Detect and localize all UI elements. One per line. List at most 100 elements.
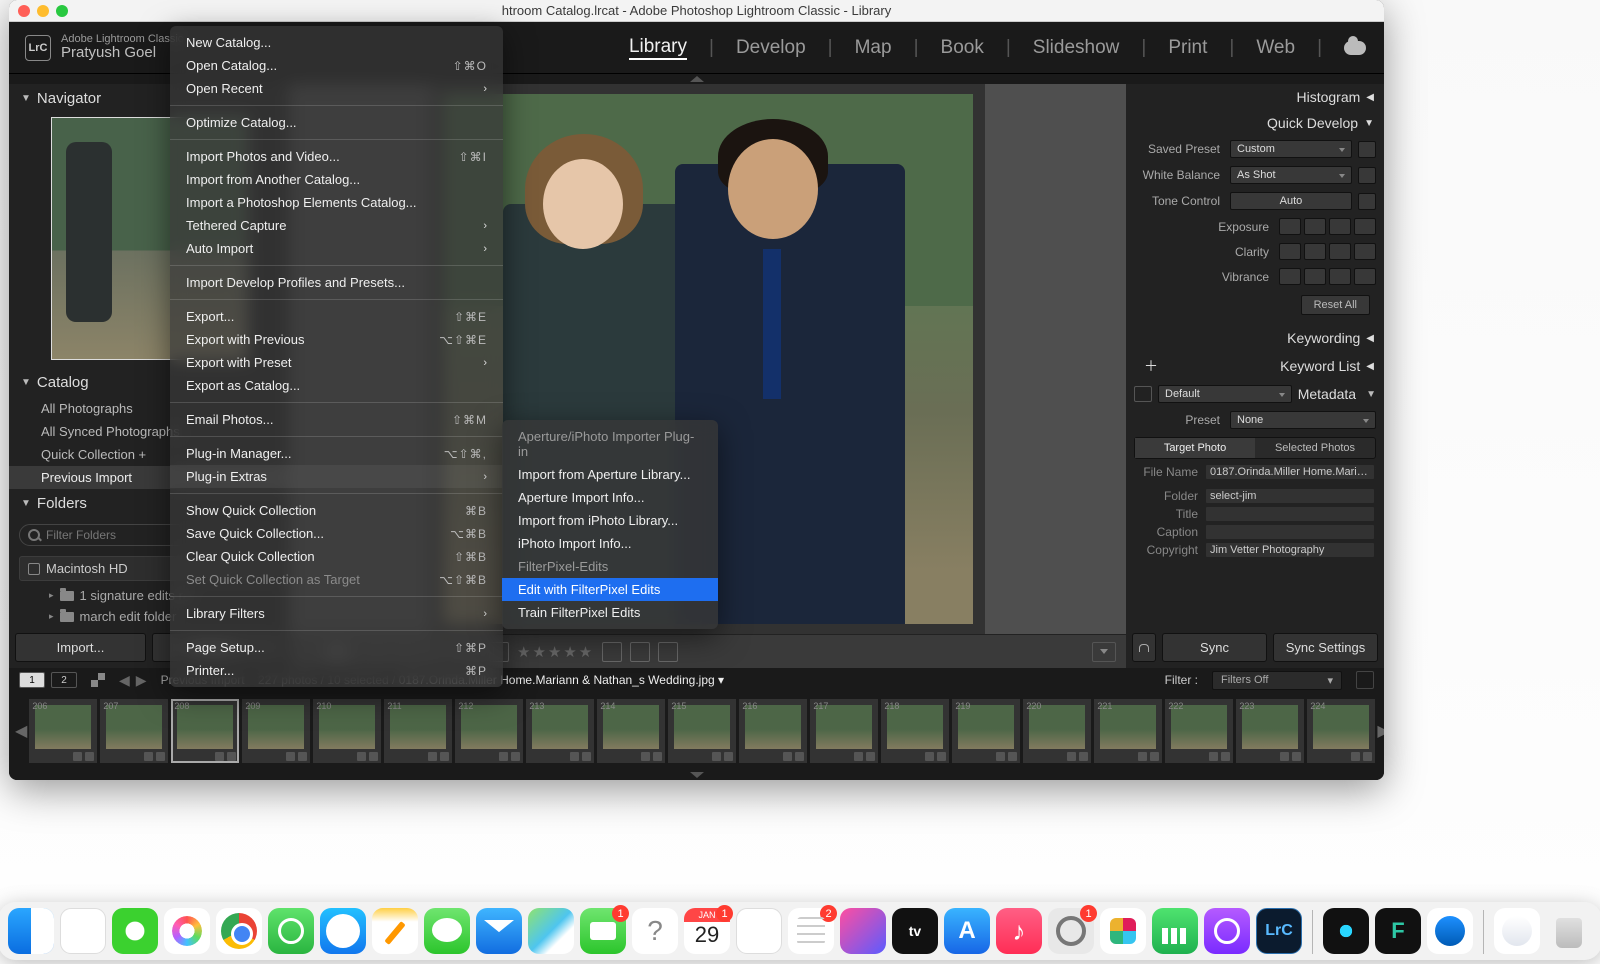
maps-icon[interactable] <box>528 908 574 954</box>
mail-icon[interactable] <box>476 908 522 954</box>
menu-item[interactable]: Printer...⌘P <box>170 659 503 682</box>
menu-item[interactable]: Export with Preset› <box>170 351 503 374</box>
rotate-left-icon[interactable] <box>602 642 622 662</box>
photos-icon[interactable] <box>164 908 210 954</box>
filter-lock-icon[interactable] <box>1356 671 1374 689</box>
meta-copyright-value[interactable]: Jim Vetter Photography <box>1206 543 1374 557</box>
menu-item[interactable]: Import Photos and Video...⇧⌘I <box>170 145 503 168</box>
sync-lock-icon[interactable] <box>1132 633 1156 662</box>
menu-item[interactable]: Email Photos...⇧⌘M <box>170 408 503 431</box>
menu-item[interactable]: Open Recent› <box>170 77 503 100</box>
filmstrip-thumb[interactable]: 221 <box>1094 699 1162 763</box>
menu-item[interactable]: New Catalog... <box>170 31 503 54</box>
menu-item[interactable]: Page Setup...⇧⌘P <box>170 636 503 659</box>
menu-item[interactable]: Clear Quick Collection⇧⌘B <box>170 545 503 568</box>
filmstrip-thumb[interactable]: 207 <box>100 699 168 763</box>
auto-tone-button[interactable]: Auto <box>1230 192 1352 210</box>
facetime-icon[interactable]: 1 <box>580 908 626 954</box>
forward-icon[interactable]: ▶ <box>136 672 147 689</box>
filmstrip-thumb[interactable]: 213 <box>526 699 594 763</box>
toolbar-menu-dropdown[interactable] <box>1092 642 1116 662</box>
filmstrip-thumb[interactable]: 206 <box>29 699 97 763</box>
collapse-icon[interactable] <box>1358 193 1376 210</box>
identity-plate[interactable]: LrC Adobe Lightroom Classic Pratyush Goe… <box>9 33 183 62</box>
menu-item[interactable]: Import a Photoshop Elements Catalog... <box>170 191 503 214</box>
numbers-icon[interactable] <box>1152 908 1198 954</box>
menu-item[interactable]: Import from Another Catalog... <box>170 168 503 191</box>
tab-selected-photos[interactable]: Selected Photos <box>1255 438 1375 458</box>
filmstrip-thumb[interactable]: 214 <box>597 699 665 763</box>
metadata-set-dropdown[interactable]: Default <box>1158 385 1292 403</box>
module-map[interactable]: Map <box>855 37 892 59</box>
appletv-icon[interactable]: tv <box>892 908 938 954</box>
meta-folder-value[interactable]: select-jim <box>1206 489 1374 503</box>
collapse-icon[interactable] <box>1358 167 1376 184</box>
menu-item[interactable]: Auto Import› <box>170 237 503 260</box>
meta-title-value[interactable] <box>1206 507 1374 521</box>
menu-item[interactable]: Export...⇧⌘E <box>170 305 503 328</box>
notes-icon[interactable] <box>372 908 418 954</box>
menu-item[interactable]: Export with Previous⌥⇧⌘E <box>170 328 503 351</box>
submenu-item[interactable]: Edit with FilterPixel Edits <box>502 578 718 601</box>
menu-item[interactable]: Plug-in Extras› <box>170 465 503 488</box>
back-icon[interactable]: ◀ <box>119 672 130 689</box>
rotate-right-icon[interactable] <box>630 642 650 662</box>
whatsapp-icon[interactable] <box>268 908 314 954</box>
menu-item[interactable]: Show Quick Collection⌘B <box>170 499 503 522</box>
eye-icon[interactable] <box>1134 386 1152 402</box>
music-icon[interactable] <box>996 908 1042 954</box>
grid-overlay-icon[interactable] <box>658 642 678 662</box>
reminders-icon[interactable]: 2 <box>788 908 834 954</box>
menu-item[interactable]: Plug-in Manager...⌥⇧⌘, <box>170 442 503 465</box>
quick-develop-header[interactable]: Quick Develop▼ <box>1126 110 1384 136</box>
import-button[interactable]: Import... <box>15 633 146 662</box>
module-slideshow[interactable]: Slideshow <box>1033 37 1120 59</box>
sync-settings-button[interactable]: Sync Settings <box>1273 633 1378 662</box>
menu-item[interactable]: Tethered Capture› <box>170 214 503 237</box>
filmstrip[interactable]: ◀ 20620720820921021121221321421521621721… <box>9 692 1384 770</box>
module-book[interactable]: Book <box>941 37 984 59</box>
filmstrip-thumb[interactable]: 219 <box>952 699 1020 763</box>
submenu-item[interactable]: Import from Aperture Library... <box>502 463 718 486</box>
bottom-panel-expander[interactable] <box>9 770 1384 780</box>
filmstrip-left-arrow[interactable]: ◀ <box>15 692 27 770</box>
trash-icon[interactable] <box>1546 908 1592 954</box>
collapse-icon[interactable] <box>1358 141 1376 158</box>
rating-stars[interactable]: ★★★★★ <box>517 643 594 661</box>
module-web[interactable]: Web <box>1256 37 1295 59</box>
menu-item[interactable]: Import Develop Profiles and Presets... <box>170 271 503 294</box>
titlebar[interactable]: htroom Catalog.lrcat - Adobe Photoshop L… <box>9 0 1384 22</box>
launchpad-icon[interactable] <box>60 908 106 954</box>
filmstrip-thumb[interactable]: 222 <box>1165 699 1233 763</box>
cloud-sync-icon[interactable] <box>1344 41 1366 55</box>
white-balance-dropdown[interactable]: As Shot <box>1230 166 1352 184</box>
filmstrip-thumb[interactable]: 223 <box>1236 699 1304 763</box>
sync-button[interactable]: Sync <box>1162 633 1267 662</box>
submenu-item[interactable]: Import from iPhoto Library... <box>502 509 718 532</box>
keywording-header[interactable]: Keywording◀ <box>1126 325 1384 351</box>
histogram-header[interactable]: Histogram◀ <box>1126 84 1384 110</box>
menu-item[interactable]: Optimize Catalog... <box>170 111 503 134</box>
submenu-item[interactable]: iPhoto Import Info... <box>502 532 718 555</box>
safari-icon[interactable] <box>320 908 366 954</box>
filmstrip-thumb[interactable]: 215 <box>668 699 736 763</box>
menu-item[interactable]: Library Filters› <box>170 602 503 625</box>
system-settings-icon[interactable]: 1 <box>1048 908 1094 954</box>
exposure-steppers[interactable] <box>1279 218 1376 235</box>
help-icon[interactable]: ? <box>632 908 678 954</box>
filmstrip-thumb[interactable]: 210 <box>313 699 381 763</box>
keyword-list-header[interactable]: ＋Keyword List◀ <box>1126 351 1384 381</box>
finder-icon[interactable] <box>8 908 54 954</box>
menu-item[interactable]: Open Catalog...⇧⌘O <box>170 54 503 77</box>
filmstrip-thumb[interactable]: 211 <box>384 699 452 763</box>
filmstrip-thumb[interactable]: 216 <box>739 699 807 763</box>
metadata-preset-dropdown[interactable]: None <box>1230 411 1376 429</box>
xcode-icon[interactable] <box>1427 908 1473 954</box>
module-print[interactable]: Print <box>1168 37 1207 59</box>
arc-icon[interactable] <box>840 908 886 954</box>
filmstrip-thumb[interactable]: 220 <box>1023 699 1091 763</box>
lightroom-dock-icon[interactable]: LrC <box>1256 908 1302 954</box>
filmstrip-thumb[interactable]: 224 <box>1307 699 1375 763</box>
module-develop[interactable]: Develop <box>736 37 806 59</box>
meta-filename-value[interactable]: 0187.Orinda.Miller Home.Mariann & Nathan… <box>1206 465 1374 479</box>
